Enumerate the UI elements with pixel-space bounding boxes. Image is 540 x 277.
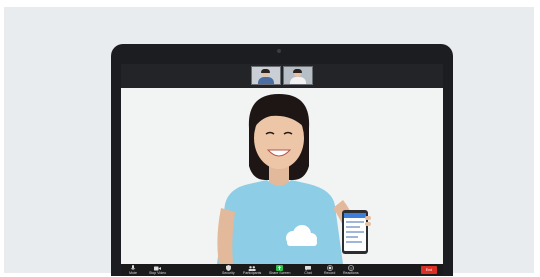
active-speaker-video (121, 88, 443, 264)
participant-thumbnail-strip (121, 64, 443, 88)
participants-button[interactable]: Participants (243, 264, 261, 276)
reactions-button[interactable]: Reactions (343, 264, 359, 276)
zoom-meeting-window: Mute Stop Video Security Participants Sh… (121, 64, 443, 276)
security-label: Security (222, 271, 235, 275)
share-screen-button[interactable]: Share Screen (269, 264, 290, 276)
speaker-fingers (365, 216, 371, 220)
thumbnail-person-torso (258, 77, 274, 84)
thumbnail-person-hair (261, 69, 270, 73)
end-meeting-button[interactable]: End (421, 266, 437, 274)
stop-video-label: Stop Video (149, 271, 167, 275)
speaker-left-arm (217, 208, 235, 264)
phone-app-header (344, 213, 366, 218)
meeting-controls-toolbar: Mute Stop Video Security Participants Sh… (121, 264, 443, 276)
webcam-dot (277, 49, 281, 53)
stop-video-button[interactable]: Stop Video (149, 264, 166, 276)
speaker-shirt (217, 180, 343, 264)
chat-label: Chat (304, 271, 312, 275)
chat-button[interactable]: Chat (304, 264, 312, 276)
share-screen-label: Share Screen (269, 271, 291, 275)
participant-thumbnail-2[interactable] (283, 66, 313, 85)
speaker-illustration (121, 88, 443, 264)
mute-button[interactable]: Mute (129, 264, 137, 276)
participant-thumbnail-1[interactable] (251, 66, 281, 85)
record-label: Record (324, 271, 336, 275)
thumbnail-person-hair (293, 69, 302, 73)
record-button[interactable]: Record (324, 264, 335, 276)
thumbnail-person-torso (290, 77, 306, 84)
security-button[interactable]: Security (222, 264, 235, 276)
participants-label: Participants (243, 271, 262, 275)
reactions-label: Reactions (343, 271, 359, 275)
mute-label: Mute (129, 271, 137, 275)
laptop-frame: Mute Stop Video Security Participants Sh… (111, 44, 453, 276)
